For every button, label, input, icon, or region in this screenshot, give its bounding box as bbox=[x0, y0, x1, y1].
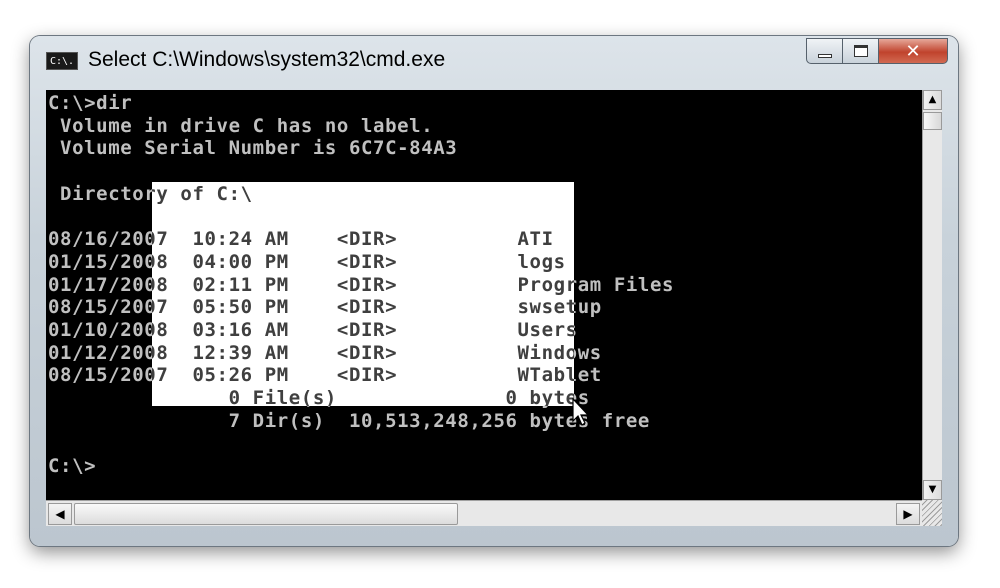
maximize-button[interactable] bbox=[842, 38, 878, 64]
resize-grip[interactable] bbox=[922, 500, 942, 526]
minimize-button[interactable] bbox=[806, 38, 842, 64]
horizontal-scroll-thumb[interactable] bbox=[74, 503, 458, 525]
maximize-icon bbox=[853, 45, 868, 57]
cmd-window: C:\. Select C:\Windows\system32\cmd.exe … bbox=[30, 36, 958, 546]
console-area[interactable]: C:\>dir Volume in drive C has no label. … bbox=[46, 90, 922, 500]
title-bar[interactable]: C:\. Select C:\Windows\system32\cmd.exe … bbox=[30, 36, 958, 84]
window-title: Select C:\Windows\system32\cmd.exe bbox=[88, 48, 446, 71]
arrow-down-icon[interactable]: ▼ bbox=[923, 480, 942, 500]
caption-buttons: ✕ bbox=[806, 38, 948, 64]
arrow-right-icon[interactable]: ▶ bbox=[896, 503, 920, 525]
horizontal-scrollbar[interactable]: ◀ ▶ bbox=[46, 500, 922, 526]
cmd-icon[interactable]: C:\. bbox=[46, 52, 78, 70]
close-icon: ✕ bbox=[905, 40, 921, 62]
arrow-left-icon[interactable]: ◀ bbox=[48, 503, 72, 525]
vertical-scrollbar[interactable]: ▲ ▼ bbox=[922, 90, 942, 500]
vertical-scroll-thumb[interactable] bbox=[923, 112, 942, 130]
close-button[interactable]: ✕ bbox=[878, 38, 948, 64]
mouse-cursor-icon bbox=[572, 398, 590, 426]
arrow-up-icon[interactable]: ▲ bbox=[923, 90, 942, 110]
minimize-icon bbox=[817, 54, 832, 58]
